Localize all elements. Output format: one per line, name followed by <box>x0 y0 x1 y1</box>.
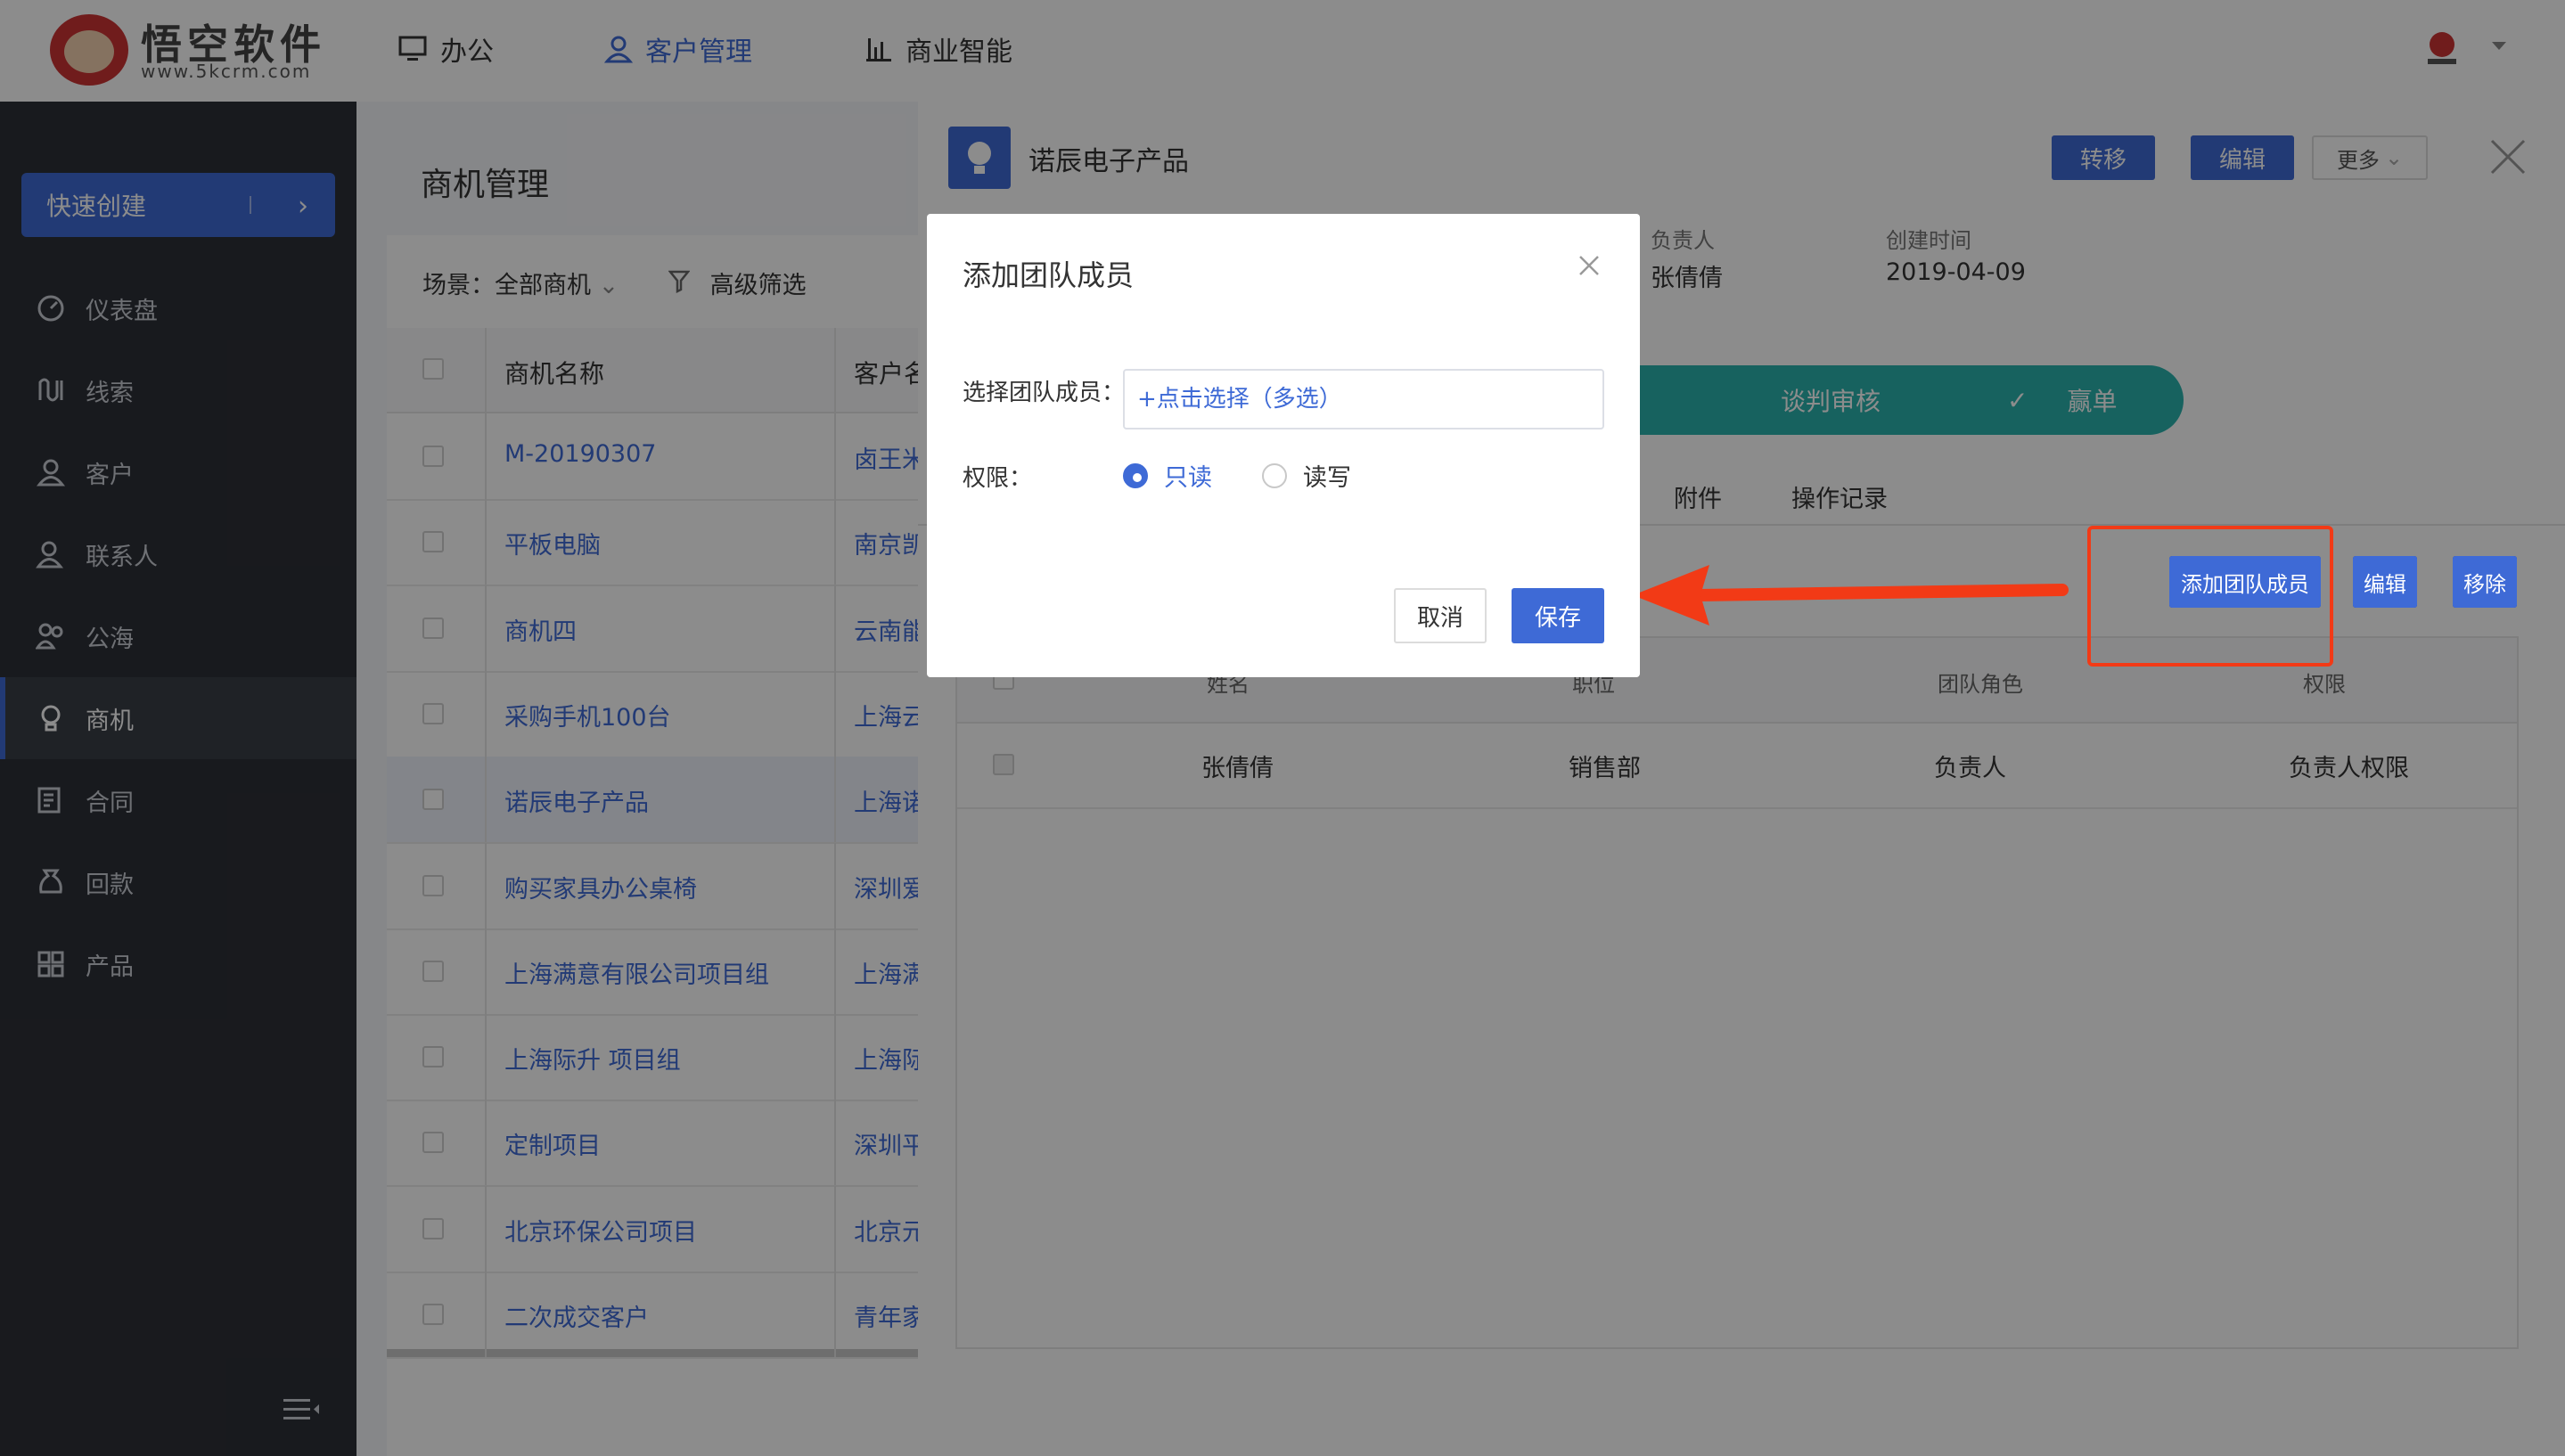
permission-field-label: 权限： <box>963 465 1033 492</box>
radio-readonly[interactable]: 只读 <box>1123 458 1212 493</box>
radio-readonly-label: 只读 <box>1164 464 1212 492</box>
cancel-button[interactable]: 取消 <box>1394 588 1487 643</box>
radio-unselected-icon <box>1262 462 1287 488</box>
overlay-remove-team-button[interactable]: 移除 <box>2453 556 2517 608</box>
annotation-arrow-icon <box>1627 552 2073 636</box>
radio-readwrite-label: 读写 <box>1303 464 1351 492</box>
add-team-member-dialog: 添加团队成员 选择团队成员： +点击选择（多选） 权限： 只读 读写 取消 保存 <box>927 214 1640 677</box>
dialog-close-icon[interactable] <box>1578 249 1601 285</box>
radio-selected-icon <box>1123 462 1148 488</box>
save-button[interactable]: 保存 <box>1512 588 1604 643</box>
radio-readwrite[interactable]: 读写 <box>1262 458 1351 493</box>
highlighted-add-team-member-button[interactable]: 添加团队成员 <box>2169 556 2321 608</box>
member-field-label: 选择团队成员： <box>963 380 1126 406</box>
member-select-input[interactable]: +点击选择（多选） <box>1123 369 1604 429</box>
dialog-title: 添加团队成员 <box>963 258 1135 292</box>
overlay-edit-team-button[interactable]: 编辑 <box>2353 556 2417 608</box>
